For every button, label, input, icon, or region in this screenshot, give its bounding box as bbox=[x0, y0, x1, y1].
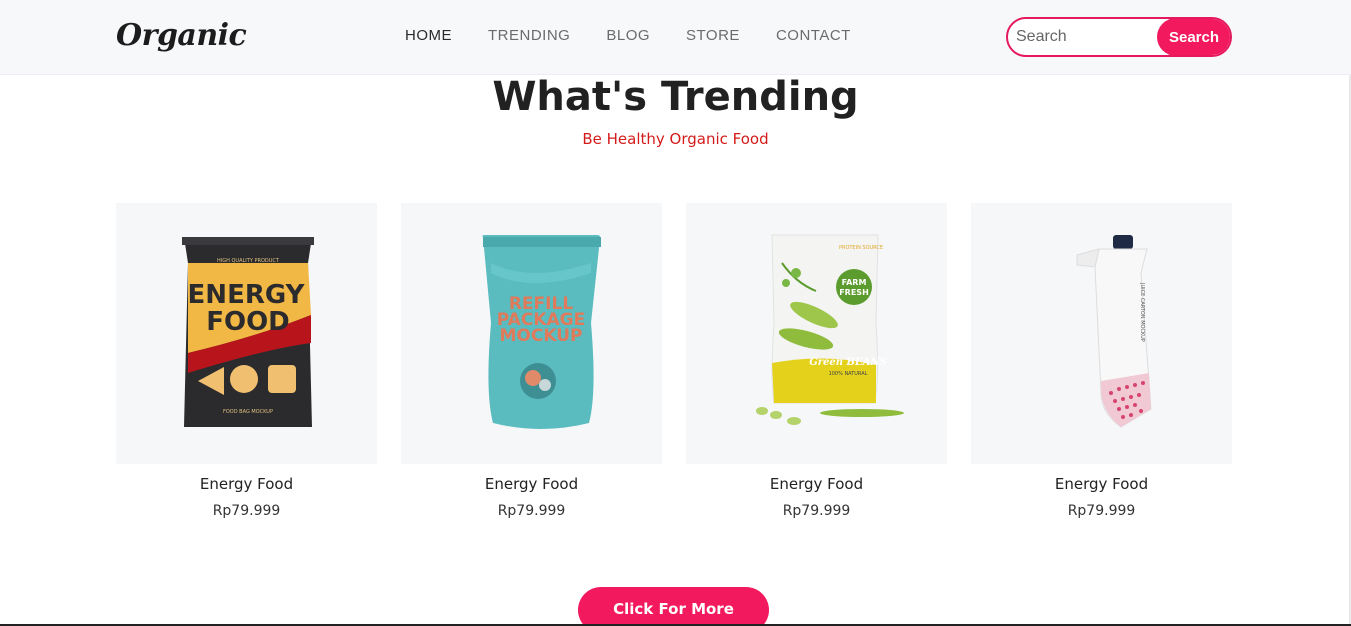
product-image-green-beans-pouch[interactable]: FARM FRESH PROTEIN SOURCE Green BEANS 10… bbox=[686, 203, 947, 464]
product-card[interactable]: REFILL PACKAGE MOCKUP Energy Food Rp79.9… bbox=[401, 203, 662, 519]
product-name[interactable]: Energy Food bbox=[401, 475, 662, 493]
svg-text:HIGH QUALITY PRODUCT: HIGH QUALITY PRODUCT bbox=[217, 258, 280, 264]
main-nav: HOME TRENDING BLOG STORE CONTACT bbox=[405, 27, 887, 45]
svg-text:PROTEIN SOURCE: PROTEIN SOURCE bbox=[839, 245, 883, 251]
nav-contact[interactable]: CONTACT bbox=[776, 27, 851, 45]
svg-text:FOOD BAG MOCKUP: FOOD BAG MOCKUP bbox=[223, 409, 273, 415]
navbar: Organic HOME TRENDING BLOG STORE CONTACT… bbox=[0, 0, 1351, 75]
search-input[interactable] bbox=[1016, 19, 1156, 55]
product-price: Rp79.999 bbox=[1067, 503, 1136, 519]
nav-home[interactable]: HOME bbox=[405, 27, 452, 45]
nav-blog[interactable]: BLOG bbox=[606, 27, 650, 45]
nav-trending[interactable]: TRENDING bbox=[488, 27, 570, 45]
svg-text:MOCKUP: MOCKUP bbox=[500, 326, 583, 346]
product-price: Rp79.999 bbox=[212, 503, 281, 519]
svg-text:FARM: FARM bbox=[842, 278, 867, 287]
svg-text:ENERGY: ENERGY bbox=[188, 280, 306, 310]
product-image-energy-food-bag[interactable]: ENERGY FOOD HIGH QUALITY PRODUCT FOOD BA… bbox=[116, 203, 377, 464]
product-card[interactable]: JUICE CARTON MOCKUP Energy Food Rp79.999 bbox=[971, 203, 1232, 519]
product-name[interactable]: Energy Food bbox=[116, 475, 377, 493]
brand-logo[interactable]: Organic bbox=[116, 18, 247, 53]
search-form: Search bbox=[1006, 17, 1232, 57]
product-card[interactable]: ENERGY FOOD HIGH QUALITY PRODUCT FOOD BA… bbox=[116, 203, 377, 519]
product-image-refill-pouch[interactable]: REFILL PACKAGE MOCKUP bbox=[401, 203, 662, 464]
click-for-more-button[interactable]: Click For More bbox=[578, 587, 769, 626]
search-button[interactable]: Search bbox=[1157, 19, 1230, 55]
svg-text:FRESH: FRESH bbox=[839, 288, 869, 297]
svg-text:JUICE CARTON MOCKUP: JUICE CARTON MOCKUP bbox=[1139, 282, 1145, 342]
product-price: Rp79.999 bbox=[497, 503, 566, 519]
product-card[interactable]: FARM FRESH PROTEIN SOURCE Green BEANS 10… bbox=[686, 203, 947, 519]
section-title: What's Trending bbox=[492, 74, 859, 120]
svg-text:Green BEANS: Green BEANS bbox=[809, 357, 886, 368]
product-name[interactable]: Energy Food bbox=[971, 475, 1232, 493]
nav-store[interactable]: STORE bbox=[686, 27, 740, 45]
svg-text:100% NATURAL: 100% NATURAL bbox=[829, 371, 868, 377]
product-name[interactable]: Energy Food bbox=[686, 475, 947, 493]
product-image-juice-carton[interactable]: JUICE CARTON MOCKUP bbox=[971, 203, 1232, 464]
svg-text:FOOD: FOOD bbox=[206, 307, 290, 337]
section-subtitle: Be Healthy Organic Food bbox=[582, 130, 769, 148]
product-price: Rp79.999 bbox=[782, 503, 851, 519]
